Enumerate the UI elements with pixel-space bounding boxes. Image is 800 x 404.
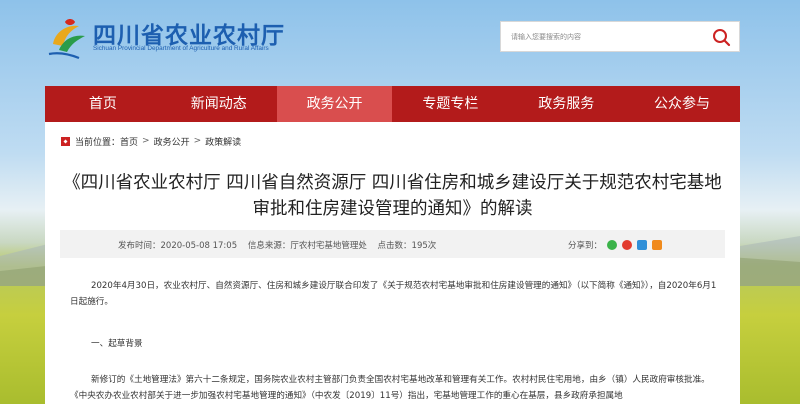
wechat-icon[interactable] xyxy=(607,240,618,250)
search-icon[interactable] xyxy=(711,27,731,47)
share-label: 分享到： xyxy=(568,241,603,251)
logo-subtitle: Sichuan Provincial Department of Agricul… xyxy=(93,45,269,52)
info-source: 信息来源：厅农村宅基地管理处 xyxy=(247,241,367,251)
main-nav: 首页 新闻动态 政务公开 专题专栏 政务服务 公众参与 xyxy=(45,86,740,122)
search-box xyxy=(500,21,740,52)
breadcrumb: 当前位置： 首页 > 政务公开 > 政策解读 xyxy=(60,132,241,150)
site-logo[interactable]: 四川省农业农村厅 Sichuan Provincial Department o… xyxy=(45,14,305,60)
breadcrumb-separator: > xyxy=(193,136,202,146)
click-count: 点击数：195次 xyxy=(377,241,437,251)
article-paragraph: 2020年4月30日，农业农村厅、自然资源厅、住房和城乡建设厅联合印发了《关于规… xyxy=(70,281,717,307)
nav-item-news[interactable]: 新闻动态 xyxy=(161,86,277,122)
breadcrumb-policy-interpretation[interactable]: 政策解读 xyxy=(205,135,241,148)
article-paragraph: 新修订的《土地管理法》第六十二条规定，国务院农业农村主管部门负责全国农村宅基地改… xyxy=(70,375,710,401)
article-title: 《四川省农业农村厅 四川省自然资源厅 四川省住房和城乡建设厅关于规范农村宅基地审… xyxy=(63,173,722,219)
qzone-icon[interactable] xyxy=(637,240,648,250)
nav-item-public-participation[interactable]: 公众参与 xyxy=(624,86,740,122)
nav-item-topics[interactable]: 专题专栏 xyxy=(392,86,508,122)
logo-emblem-icon xyxy=(48,19,85,60)
location-icon xyxy=(61,136,70,146)
more-share-icon[interactable] xyxy=(652,240,663,250)
breadcrumb-gov-affairs[interactable]: 政务公开 xyxy=(154,135,190,148)
publish-time: 发布时间：2020-05-08 17:05 xyxy=(118,241,238,251)
nav-item-services[interactable]: 政务服务 xyxy=(508,86,624,122)
nav-item-gov-affairs[interactable]: 政务公开 xyxy=(276,86,393,122)
search-input[interactable] xyxy=(501,22,706,51)
weibo-icon[interactable] xyxy=(622,240,633,250)
nav-item-home[interactable]: 首页 xyxy=(45,86,161,122)
breadcrumb-prefix: 当前位置： xyxy=(75,137,121,148)
breadcrumb-separator: > xyxy=(142,136,150,146)
breadcrumb-home[interactable]: 首页 xyxy=(120,135,138,148)
site-header: 四川省农业农村厅 Sichuan Provincial Department o… xyxy=(45,0,740,86)
share-bar: 分享到： xyxy=(568,239,663,251)
article-container: 当前位置： 首页 > 政务公开 > 政策解读 《四川省农业农村厅 四川省自然资源… xyxy=(45,122,740,404)
article-section-heading: 一、起草背景 xyxy=(91,339,143,349)
article-meta-bar: 发布时间：2020-05-08 17:05 信息来源：厅农村宅基地管理处 点击数… xyxy=(60,230,725,258)
